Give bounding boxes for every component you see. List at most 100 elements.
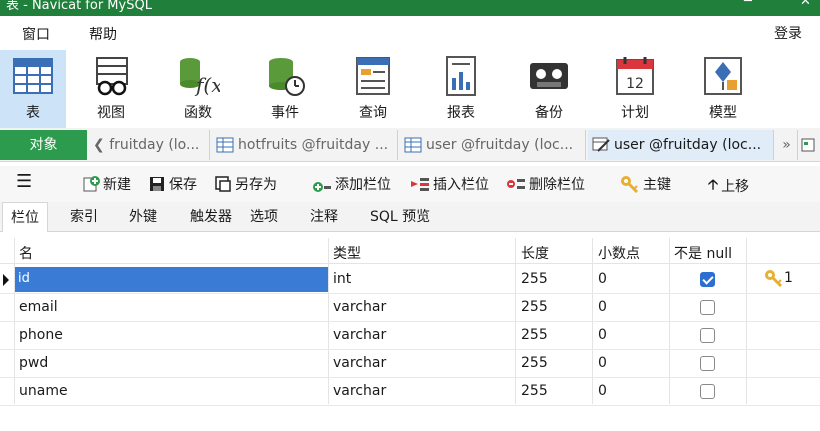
tab-more[interactable]	[800, 130, 820, 160]
table-design-icon	[592, 137, 610, 152]
arrow-up-icon: 🡡	[708, 177, 719, 193]
save-as-button[interactable]: 另存为	[214, 174, 277, 194]
tab-fruitday[interactable]: ❮ fruitday (lo...	[89, 130, 210, 160]
subtab-triggers[interactable]: 触发器	[182, 202, 240, 232]
tab-user[interactable]: user @fruitday (loc...	[400, 130, 586, 160]
save-button[interactable]: 保存	[148, 174, 197, 194]
not-null-checkbox[interactable]	[700, 384, 715, 399]
field-length-cell[interactable]: 255	[521, 299, 548, 315]
not-null-checkbox[interactable]	[700, 356, 715, 371]
model-icon	[704, 57, 742, 95]
chevron-right-icon: »	[782, 137, 791, 153]
insert-field-button[interactable]: 插入栏位	[410, 174, 489, 194]
menu-bar: 窗口 帮助 登录	[0, 16, 820, 50]
menu-help[interactable]: 帮助	[89, 24, 117, 44]
tab-user-design[interactable]: user @fruitday (loc...	[588, 130, 774, 160]
field-type-cell[interactable]: varchar	[333, 355, 386, 371]
primary-key-cell: 1	[764, 269, 793, 288]
field-decimals-cell[interactable]: 0	[598, 271, 607, 287]
table-icon	[404, 137, 422, 153]
add-field-icon	[313, 182, 331, 192]
table-row[interactable]: email varchar 255 0	[0, 294, 820, 322]
subtab-indexes[interactable]: 索引	[62, 202, 106, 232]
field-name-cell[interactable]: pwd	[19, 355, 48, 371]
field-length-cell[interactable]: 255	[521, 271, 548, 287]
field-decimals-cell[interactable]: 0	[598, 355, 607, 371]
ribbon-model-button[interactable]: 模型	[688, 50, 758, 128]
key-icon	[765, 270, 783, 288]
table-icon	[13, 58, 53, 94]
grid-header: 名 类型 长度 小数点 不是 null	[0, 238, 820, 264]
column-header-decimals[interactable]: 小数点	[598, 243, 640, 263]
delete-field-button[interactable]: 删除栏位	[506, 174, 585, 194]
tab-objects[interactable]: 对象	[0, 130, 87, 160]
login-button[interactable]: 登录	[774, 23, 802, 43]
query-icon	[356, 57, 390, 95]
ribbon-function-button[interactable]: f(x) 函数	[163, 50, 233, 128]
column-header-type[interactable]: 类型	[333, 243, 361, 263]
design-subtabs: 栏位 索引 外键 触发器 选项 注释 SQL 预览	[0, 202, 820, 232]
subtab-sql-preview[interactable]: SQL 预览	[362, 202, 438, 232]
save-icon	[150, 177, 164, 191]
subtab-fields[interactable]: 栏位	[2, 202, 48, 232]
subtab-foreign-keys[interactable]: 外键	[121, 202, 165, 232]
not-null-checkbox[interactable]	[700, 272, 715, 287]
tab-hotfruits[interactable]: hotfruits @fruitday ...	[212, 130, 398, 160]
field-decimals-cell[interactable]: 0	[598, 327, 607, 343]
table-row[interactable]: id int 255 0 1	[0, 266, 820, 294]
field-name-cell[interactable]: uname	[19, 383, 68, 399]
field-name-cell[interactable]: phone	[19, 327, 63, 343]
minimize-button[interactable]: ─	[744, 0, 752, 9]
field-length-cell[interactable]: 255	[521, 327, 548, 343]
table-icon	[216, 137, 234, 153]
add-field-button[interactable]: 添加栏位	[312, 174, 391, 194]
view-icon	[96, 57, 128, 96]
delete-field-icon	[507, 179, 525, 189]
column-header-name[interactable]: 名	[19, 243, 33, 263]
svg-text:f(x): f(x)	[194, 73, 220, 97]
table-row[interactable]: pwd varchar 255 0	[0, 350, 820, 378]
close-button[interactable]: ✕	[800, 0, 811, 9]
field-decimals-cell[interactable]: 0	[598, 299, 607, 315]
save-as-icon	[215, 176, 231, 192]
field-type-cell[interactable]: varchar	[333, 383, 386, 399]
field-type-cell[interactable]: int	[333, 271, 351, 287]
field-type-cell[interactable]: varchar	[333, 327, 386, 343]
chevron-left-icon: ❮	[93, 137, 105, 153]
subtab-comments[interactable]: 注释	[302, 202, 346, 232]
primary-key-button[interactable]: 主键	[620, 174, 671, 194]
table-row[interactable]: uname varchar 255 0	[0, 378, 820, 406]
not-null-checkbox[interactable]	[700, 328, 715, 343]
menu-window[interactable]: 窗口	[22, 24, 50, 44]
field-name-cell[interactable]: id	[15, 267, 328, 292]
ribbon-report-button[interactable]: 报表	[426, 50, 496, 128]
field-length-cell[interactable]: 255	[521, 355, 548, 371]
column-header-not-null[interactable]: 不是 null	[674, 243, 732, 263]
key-icon	[621, 176, 639, 193]
ribbon-event-button[interactable]: 事件	[250, 50, 320, 128]
document-tab-bar: 对象 ❮ fruitday (lo... hotfruits @fruitday…	[0, 128, 820, 162]
column-header-length[interactable]: 长度	[521, 243, 549, 263]
field-length-cell[interactable]: 255	[521, 383, 548, 399]
subtab-options[interactable]: 选项	[242, 202, 286, 232]
ribbon-backup-button[interactable]: 备份	[514, 50, 584, 128]
design-toolbar: ☰ 新建 保存 另存为 添加栏位 插入栏位 删除栏位 主键 🡡 上移	[0, 166, 820, 202]
field-decimals-cell[interactable]: 0	[598, 383, 607, 399]
ribbon-view-button[interactable]: 视图	[76, 50, 146, 128]
field-name-cell[interactable]: email	[19, 299, 58, 315]
svg-text:12: 12	[626, 76, 644, 92]
ribbon-query-button[interactable]: 查询	[338, 50, 408, 128]
calendar-icon: 12	[616, 57, 654, 95]
hamburger-menu-icon[interactable]: ☰	[16, 171, 32, 192]
tab-scroll-right[interactable]: »	[776, 130, 798, 160]
not-null-checkbox[interactable]	[700, 300, 715, 315]
table-row[interactable]: phone varchar 255 0	[0, 322, 820, 350]
ribbon-table-button[interactable]: 表	[0, 50, 66, 128]
new-button[interactable]: 新建	[82, 174, 131, 194]
move-up-button[interactable]: 🡡 上移	[708, 174, 749, 198]
ribbon-schedule-button[interactable]: 12 计划	[600, 50, 670, 128]
query-icon	[801, 138, 815, 152]
report-icon	[446, 56, 476, 96]
field-type-cell[interactable]: varchar	[333, 299, 386, 315]
new-icon	[83, 176, 100, 192]
